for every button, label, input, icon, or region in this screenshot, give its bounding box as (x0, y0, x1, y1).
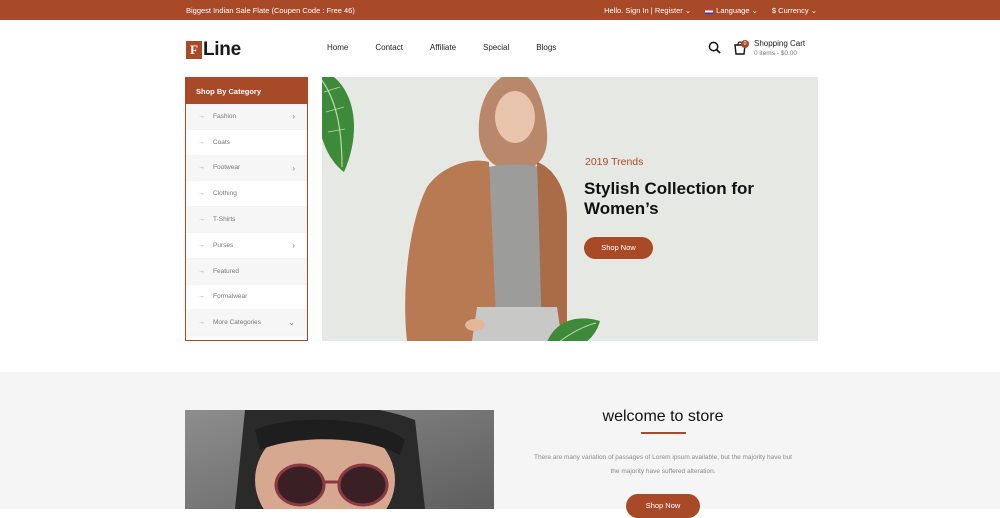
category-item-fashion[interactable]: → Fashion › (186, 104, 307, 130)
language-selector[interactable]: Language ⌄ (705, 6, 758, 15)
hero-banner: 2019 Trends Stylish Collection for Women… (322, 77, 818, 341)
account-link[interactable]: Hello. Sign In | Register ⌄ (604, 6, 691, 15)
arrow-right-icon: → (198, 267, 205, 275)
arrow-right-icon: → (198, 164, 205, 172)
category-label: Footwear (213, 164, 241, 172)
category-label: Coats (213, 138, 230, 146)
category-item-coats[interactable]: → Coats (186, 130, 307, 156)
nav-blogs[interactable]: Blogs (536, 43, 556, 52)
chevron-right-icon: › (292, 112, 295, 121)
hero-title: Stylish Collection for Women’s (584, 179, 755, 218)
category-label: Featured (213, 267, 240, 275)
category-title: Shop By Category (186, 78, 307, 104)
cart-title: Shopping Cart (754, 39, 806, 48)
welcome-description: There are many variation of passages of … (534, 454, 792, 475)
hero-subtitle: 2019 Trends (585, 156, 644, 168)
welcome-section (0, 372, 1000, 509)
cart-total: 0 items - $0.00 (754, 50, 797, 57)
currency-selector[interactable]: $ Currency ⌄ (772, 6, 817, 15)
category-label: T-Shirts (213, 216, 236, 224)
chevron-down-icon: ⌄ (684, 6, 692, 15)
chevron-right-icon: › (292, 163, 295, 173)
arrow-right-icon: → (198, 112, 205, 120)
nav-affiliate[interactable]: Affiliate (430, 43, 456, 52)
cart-count-badge: 0 (741, 40, 749, 48)
category-sidebar: Shop By Category → Fashion › → Coats → F… (185, 77, 308, 341)
arrow-right-icon: → (198, 216, 205, 224)
chevron-down-icon: ⌄ (288, 318, 295, 328)
top-bar: Biggest Indian Sale Flate (Coupen Code :… (0, 0, 1000, 20)
search-icon[interactable] (708, 41, 721, 54)
category-label: Fashion (213, 112, 237, 120)
category-label: Formalwear (213, 293, 248, 301)
chevron-right-icon: › (292, 240, 295, 250)
promo-text: Biggest Indian Sale Flate (Coupen Code :… (186, 6, 355, 15)
main-nav: Home Contact Affiliate Special Blogs (327, 43, 556, 52)
category-item-formalwear[interactable]: → Formalwear (186, 285, 307, 311)
category-item-purses[interactable]: → Purses › (186, 233, 307, 259)
chevron-down-icon: ⌄ (751, 6, 758, 15)
category-item-clothing[interactable]: → Clothing (186, 181, 307, 208)
logo-mark: F (186, 41, 202, 59)
arrow-right-icon: → (198, 319, 205, 327)
arrow-right-icon: → (198, 293, 205, 301)
nav-contact[interactable]: Contact (375, 43, 403, 52)
leaf-decoration (322, 77, 354, 172)
category-label: Purses (213, 241, 234, 249)
welcome-title: welcome to store (602, 408, 724, 425)
title-underline (641, 432, 686, 434)
nav-home[interactable]: Home (327, 43, 348, 52)
site-logo[interactable]: F Line (186, 39, 241, 61)
welcome-shop-now-button[interactable]: Shop Now (626, 494, 700, 518)
sunglasses-model-illustration (235, 410, 425, 509)
category-item-featured[interactable]: → Featured (186, 258, 307, 285)
category-item-footwear[interactable]: → Footwear › (186, 155, 307, 182)
cart-summary[interactable]: Shopping Cart 0 items - $0.00 (754, 39, 805, 57)
hero-shop-now-button[interactable]: Shop Now (584, 237, 653, 259)
top-bar-links: Hello. Sign In | Register ⌄ Language ⌄ $… (604, 6, 817, 15)
leaf-decoration (547, 318, 600, 341)
arrow-right-icon: → (198, 241, 205, 249)
flag-icon (705, 8, 714, 14)
nav-special[interactable]: Special (483, 43, 509, 52)
category-item-tshirts[interactable]: → T-Shirts (186, 207, 307, 233)
model-image (405, 77, 567, 341)
arrow-right-icon: → (198, 190, 205, 198)
category-label: Clothing (213, 190, 237, 198)
chevron-down-icon: ⌄ (810, 6, 817, 15)
model-sunglasses-image (185, 410, 494, 509)
category-item-more[interactable]: → More Categories ⌄ (186, 310, 307, 337)
category-label: More Categories (213, 319, 262, 327)
category-list: → Fashion › → Coats → Footwear › → Cloth… (186, 104, 307, 337)
logo-word: Line (203, 39, 241, 60)
arrow-right-icon: → (198, 138, 205, 146)
